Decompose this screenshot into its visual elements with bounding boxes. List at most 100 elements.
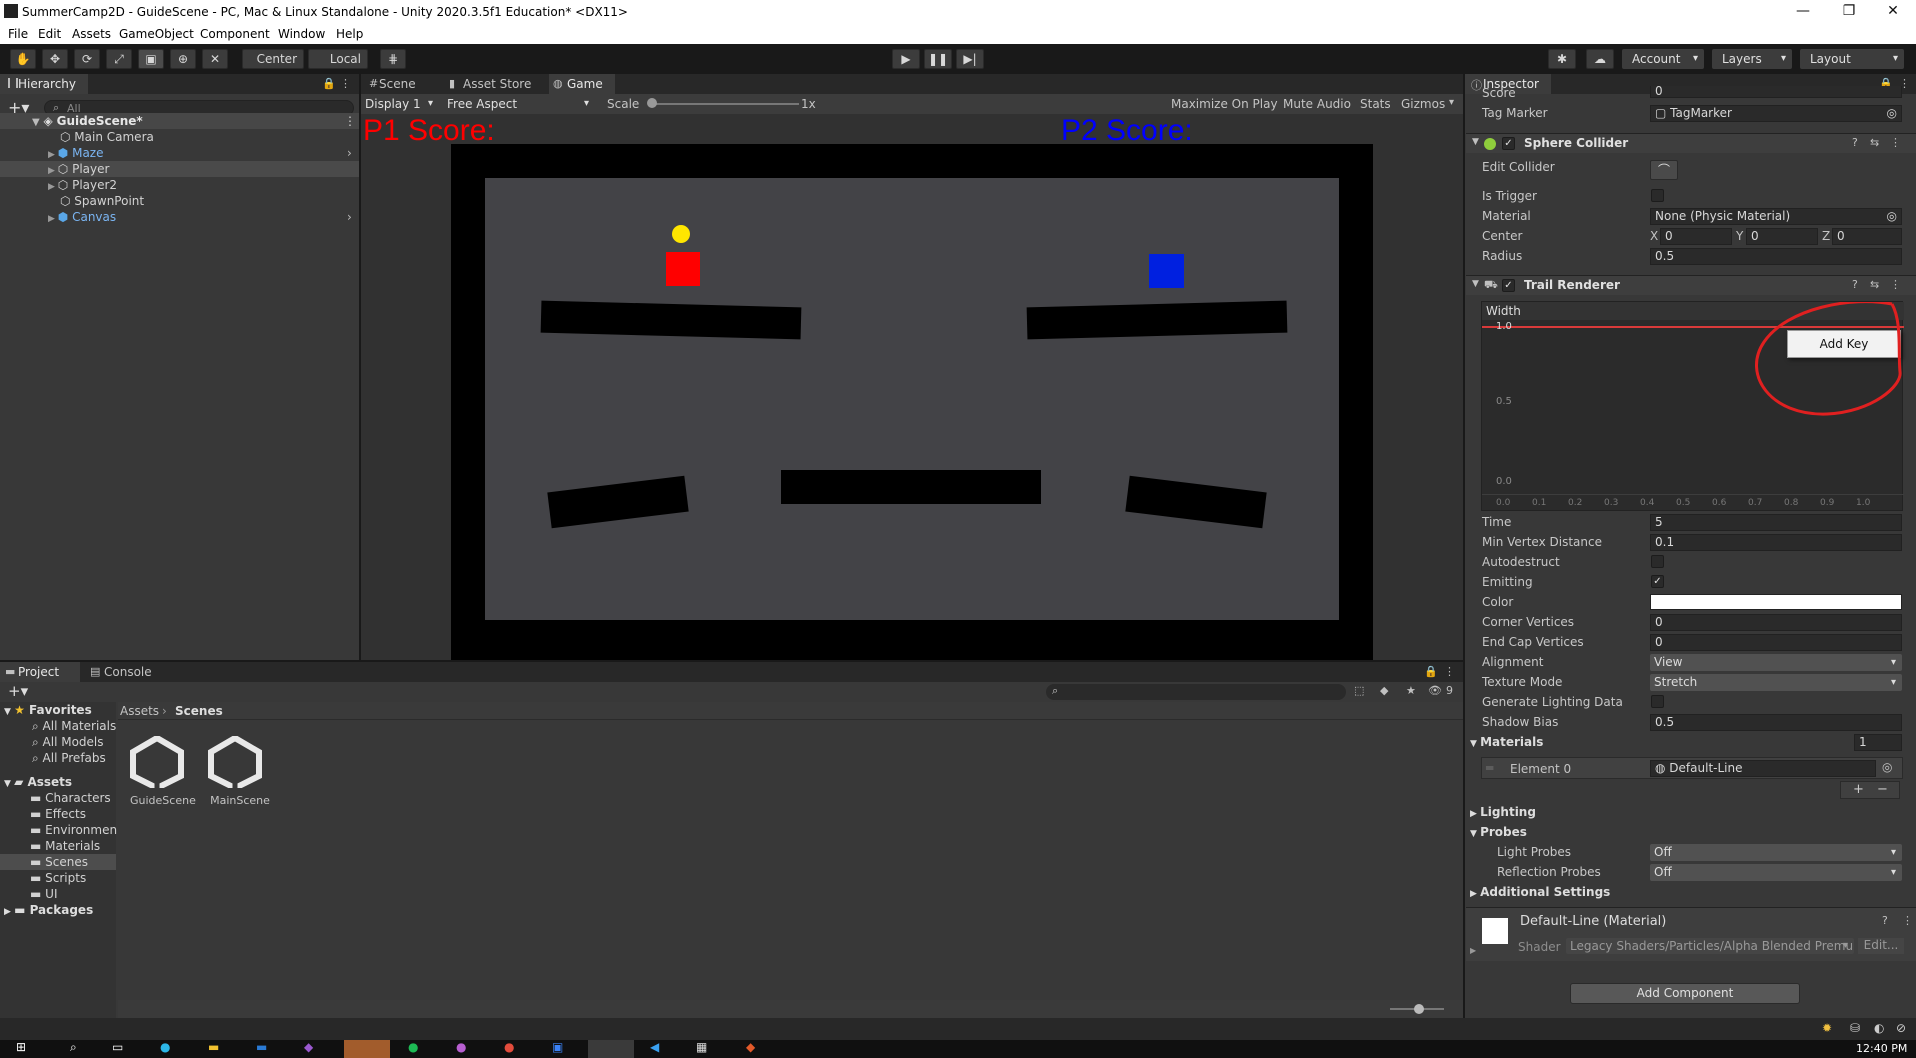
menu-component[interactable]: Component [200,27,270,41]
sphere-collider-enabled-checkbox[interactable]: ✓ [1502,137,1515,150]
chrome-icon[interactable]: ● [504,1040,514,1054]
folder-effects[interactable]: ▬ Effects [0,806,86,822]
scale-tool-icon[interactable]: ⤢ [106,49,132,69]
rotate-tool-icon[interactable]: ⟳ [74,49,100,69]
scene-root-row[interactable]: ▼ ◈ GuideScene* ⋮ [0,113,359,129]
corner-vertices-field[interactable]: 0 [1650,614,1902,631]
taskbar-app-active[interactable] [344,1040,390,1058]
breadcrumb-assets[interactable]: Assets [120,704,159,718]
account-dropdown[interactable]: Account [1622,49,1704,69]
favorite-all-models[interactable]: ⌕ All Models [0,734,104,750]
play-button[interactable]: ▶ [892,49,920,69]
end-cap-vertices-field[interactable]: 0 [1650,634,1902,651]
app-icon[interactable]: ◆ [746,1040,755,1054]
tag-marker-field[interactable]: ▢ TagMarker ◎ [1650,105,1902,122]
favorite-star-icon[interactable]: ★ [1406,684,1416,697]
hierarchy-item-player2[interactable]: ▶ ⬡ Player2 [0,177,117,193]
component-menu-icon[interactable]: ⋮ [1890,278,1901,291]
lock-icon[interactable]: 🔒 [1424,665,1438,678]
preset-icon[interactable]: ⇆ [1870,136,1879,149]
grid-snap-icon[interactable]: ⋕ [380,49,406,69]
add-element-icon[interactable]: + [1853,782,1864,797]
layout-dropdown[interactable]: Layout [1800,49,1904,69]
favorite-all-materials[interactable]: ⌕ All Materials [0,718,116,734]
color-swatch[interactable] [1650,594,1902,610]
trail-renderer-header[interactable]: ▼ ⛟ ✓ Trail Renderer ? ⇆ ⋮ [1466,275,1916,295]
edge-icon[interactable]: ● [160,1040,170,1054]
aspect-dropdown[interactable]: Free Aspect [443,94,595,114]
breadcrumb-scenes[interactable]: Scenes [175,704,223,718]
menu-assets[interactable]: Assets [72,27,111,41]
mute-audio-toggle[interactable]: Mute Audio [1283,97,1351,111]
generate-lighting-checkbox[interactable] [1651,695,1664,708]
alignment-dropdown[interactable]: View [1650,654,1902,671]
component-menu-icon[interactable]: ⋮ [1902,914,1913,927]
texture-mode-dropdown[interactable]: Stretch [1650,674,1902,691]
create-plus-icon[interactable]: +▾ [8,682,28,700]
hidden-eye-icon[interactable]: 👁 [1428,684,1442,697]
favorite-all-prefabs[interactable]: ⌕ All Prefabs [0,750,106,766]
edit-collider-button[interactable]: ⌒ [1650,160,1678,180]
mail-icon[interactable]: ▬ [256,1040,267,1054]
scale-slider-thumb[interactable] [647,98,657,108]
minimize-button[interactable]: — [1780,0,1826,24]
transform-tool-icon[interactable]: ⊕ [170,49,196,69]
help-icon[interactable]: ? [1882,914,1888,927]
layers-dropdown[interactable]: Layers [1712,49,1792,69]
time-field[interactable]: 5 [1650,514,1902,531]
restore-button[interactable]: ❐ [1826,0,1872,24]
maximize-on-play-toggle[interactable]: Maximize On Play [1171,97,1278,111]
project-search-input[interactable]: ⌕ [1046,684,1346,700]
kebab-menu-icon[interactable]: ⋮ [1444,665,1455,678]
shader-dropdown[interactable]: Legacy Shaders/Particles/Alpha Blended P… [1566,938,1854,954]
pause-button[interactable]: ❚❚ [924,49,952,69]
object-picker-icon[interactable]: ◎ [1887,106,1897,121]
shader-edit-button[interactable]: Edit... [1858,938,1904,954]
hierarchy-item-player[interactable]: ▶ ⬡ Player [0,161,359,177]
materials-count-field[interactable]: 1 [1854,734,1902,751]
vscode-icon[interactable]: ◀ [650,1040,659,1054]
folder-ui[interactable]: ▬ UI [0,886,57,902]
debug-icon[interactable]: ⛁ [1850,1021,1860,1035]
pivot-center-button[interactable]: Center [242,49,304,69]
close-button[interactable]: ✕ [1870,0,1916,24]
lock-icon[interactable]: 🔒 [322,77,336,90]
min-vertex-distance-field[interactable]: 0.1 [1650,534,1902,551]
pivot-local-button[interactable]: Local [308,49,368,69]
additional-settings-foldout[interactable]: ▶ Additional Settings [1470,885,1610,899]
collapsed-arrow-icon[interactable]: ▶ [1470,946,1476,955]
icon-size-slider-thumb[interactable] [1414,1004,1424,1014]
gizmos-chevron-down-icon[interactable]: ▾ [1449,97,1454,108]
menu-help[interactable]: Help [336,27,363,41]
scale-slider-track[interactable] [651,103,799,105]
help-icon[interactable]: ? [1852,278,1858,291]
materials-foldout[interactable]: ▼ Materials [1470,735,1543,749]
folder-materials[interactable]: ▬ Materials [0,838,100,854]
folder-scripts[interactable]: ▬ Scripts [0,870,86,886]
shadow-bias-field[interactable]: 0.5 [1650,714,1902,731]
radius-field[interactable]: 0.5 [1650,248,1902,265]
kebab-menu-icon[interactable]: ⋮ [340,77,351,90]
calculator-icon[interactable]: ▦ [696,1040,707,1054]
menu-edit[interactable]: Edit [38,27,61,41]
scene-kebab-icon[interactable]: ⋮ [344,113,356,129]
sphere-collider-header[interactable]: ▼ ✓ Sphere Collider ? ⇆ ⋮ [1466,133,1916,153]
teams-icon[interactable]: ▣ [552,1040,563,1054]
add-component-button[interactable]: Add Component [1570,983,1800,1004]
center-x-field[interactable]: 0 [1660,228,1732,245]
menu-window[interactable]: Window [278,27,325,41]
score-field[interactable]: 0 [1650,86,1902,98]
preset-icon[interactable]: ⇆ [1870,278,1879,291]
hierarchy-item-main-camera[interactable]: ⬡ Main Camera [0,129,154,145]
podcast-icon[interactable]: ● [456,1040,466,1054]
visual-studio-icon[interactable]: ◆ [304,1040,313,1054]
custom-tool-icon[interactable]: ✕ [202,49,228,69]
component-menu-icon[interactable]: ⋮ [1890,136,1901,149]
assets-header[interactable]: ▼ ▰ Assets [0,774,72,790]
center-y-field[interactable]: 0 [1746,228,1818,245]
menu-file[interactable]: File [8,27,28,41]
probes-foldout[interactable]: ▼ Probes [1470,825,1527,839]
display-dropdown[interactable]: Display 1 [361,94,439,114]
remove-element-icon[interactable]: − [1877,782,1888,797]
reflection-probes-dropdown[interactable]: Off [1650,864,1902,881]
